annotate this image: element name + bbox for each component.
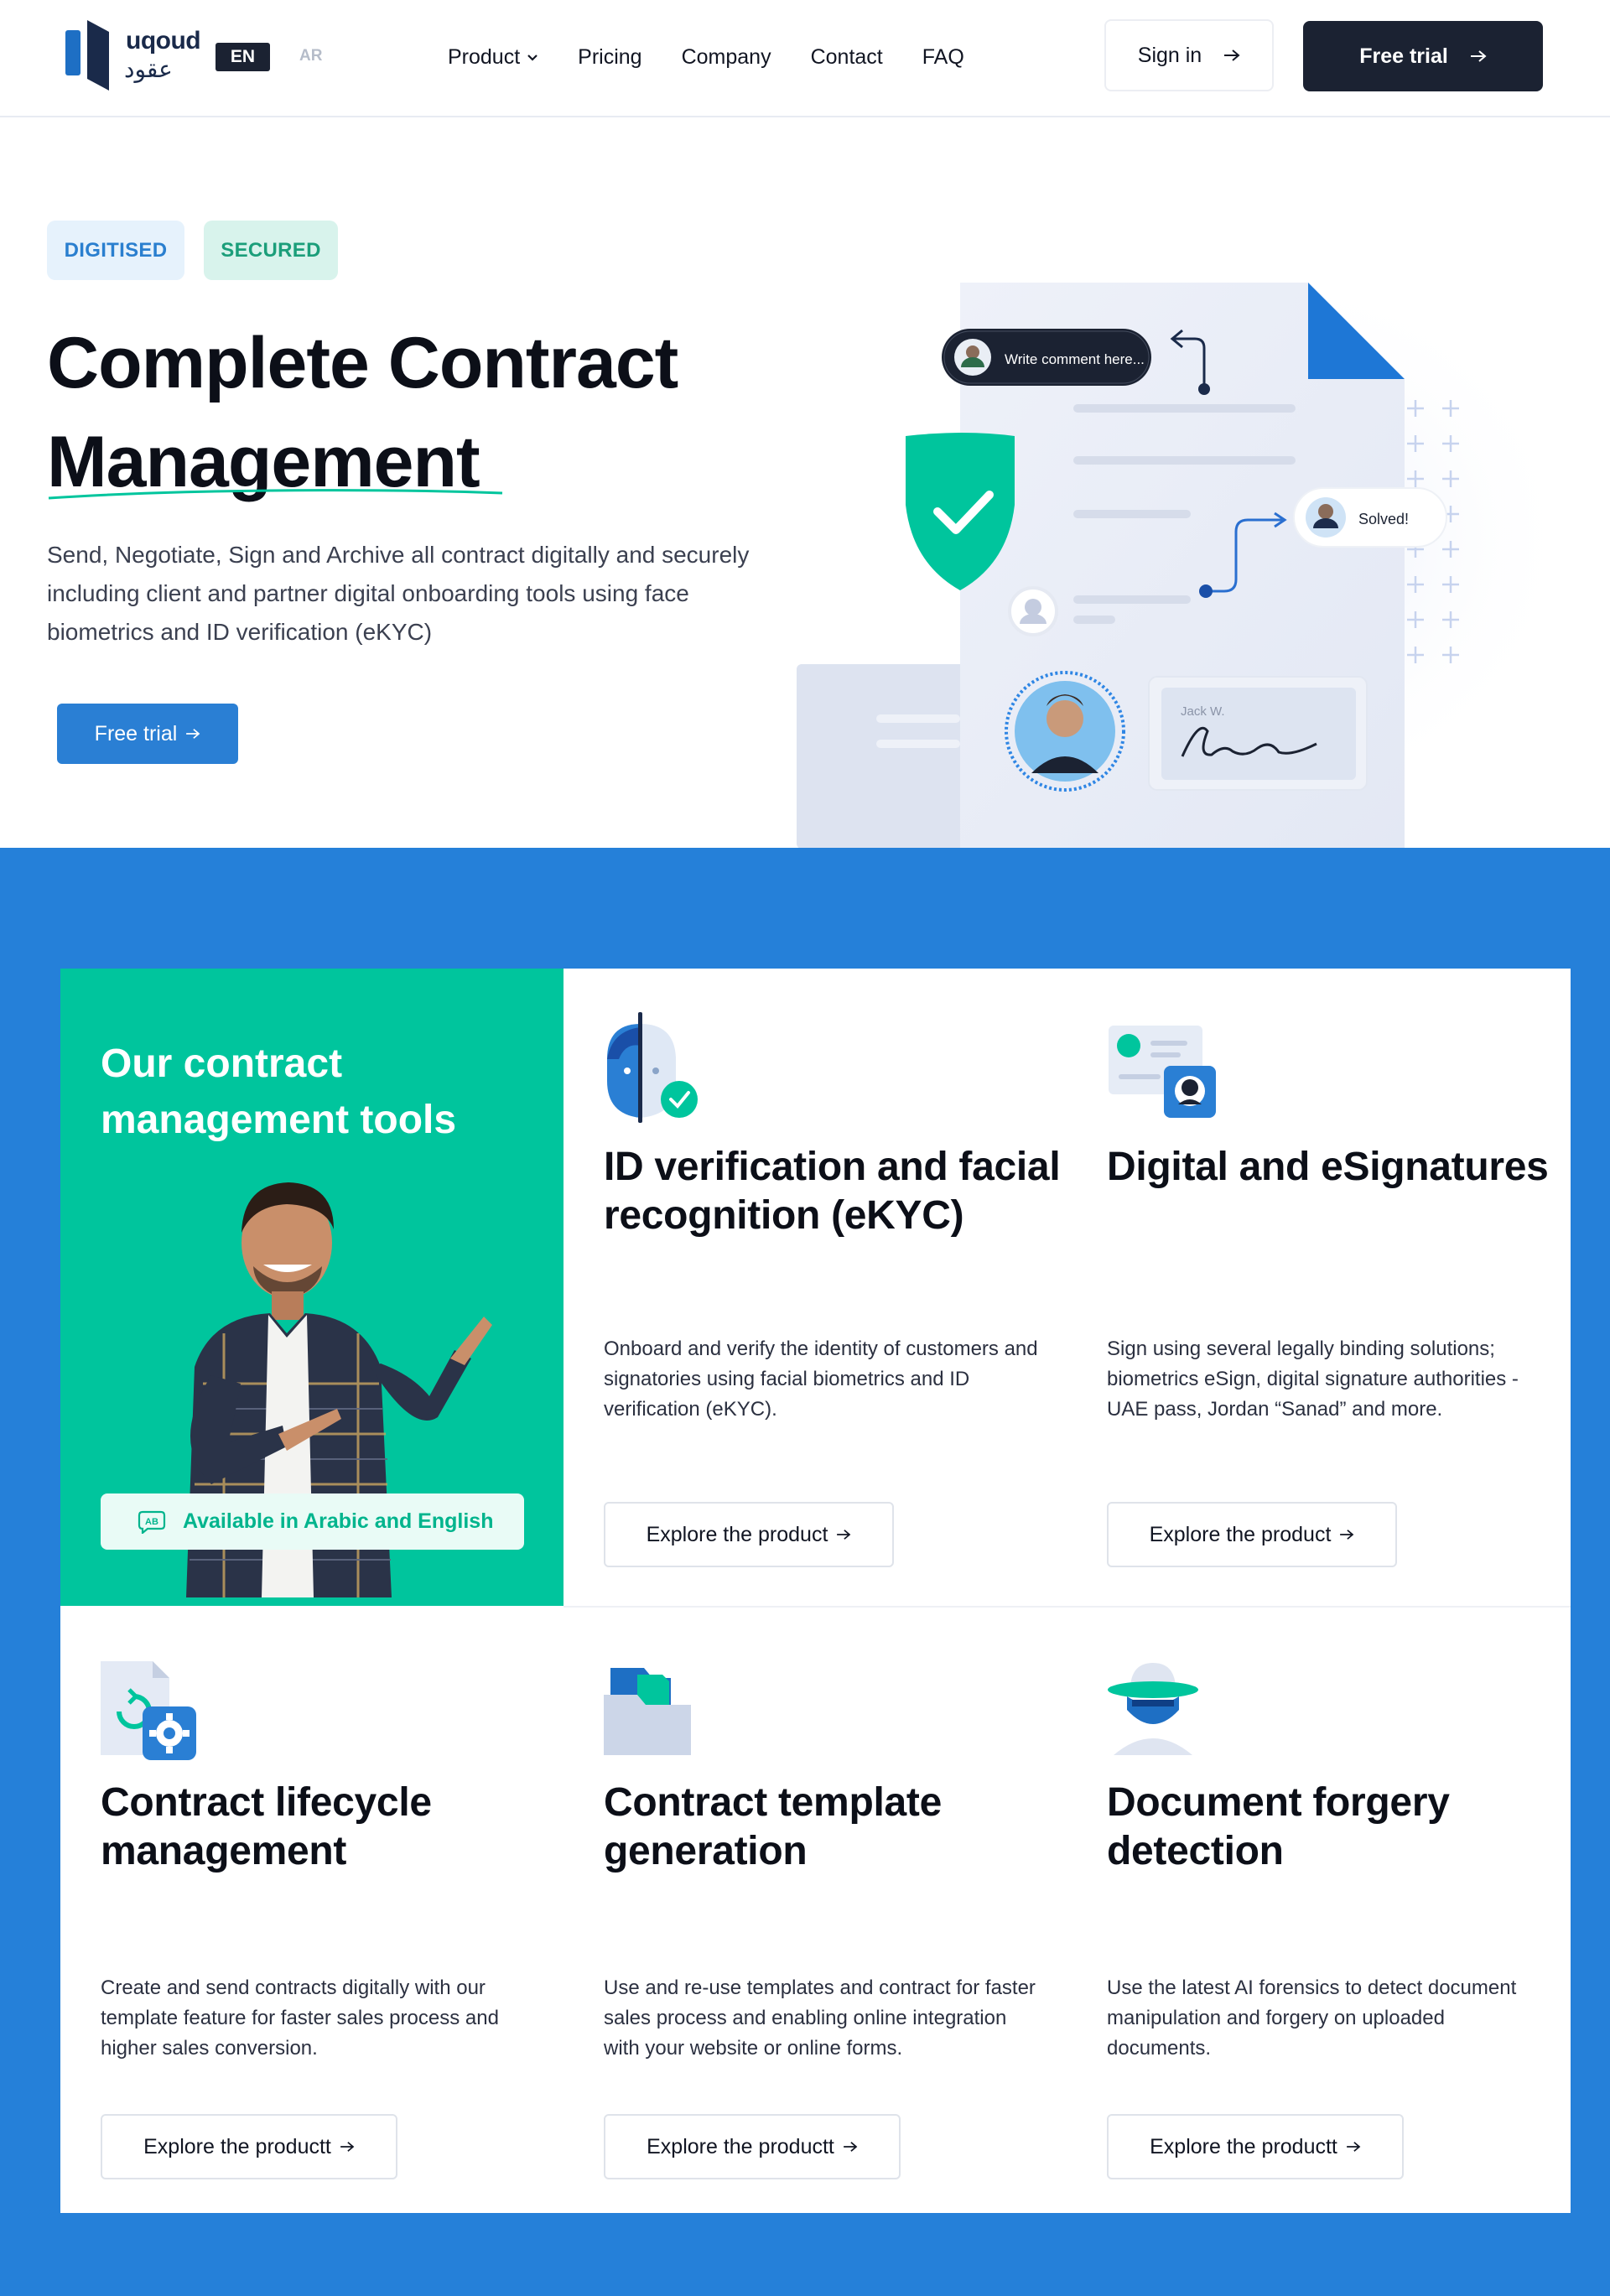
svg-text:AB: AB: [145, 1517, 158, 1527]
lang-en-toggle[interactable]: EN: [216, 43, 270, 71]
arrow-right-icon: [1347, 2142, 1361, 2152]
tools-heading: Our contract management tools: [101, 1042, 457, 1142]
card-template-generation: Contract template generation Use and re-…: [604, 1661, 1073, 2198]
hero-section: DIGITISED SECURED Complete Contract Mana…: [0, 119, 1610, 848]
availability-badge: AB Available in Arabic and English: [101, 1493, 524, 1550]
face-id-icon: [607, 1012, 698, 1123]
explore-product-button[interactable]: Explore the productt: [101, 2114, 397, 2179]
card-title: Contract lifecycle management: [101, 1780, 432, 1873]
nav-product-label: Product: [448, 44, 521, 69]
grid-divider: [564, 1606, 1571, 1608]
logo-text-ar: عقود: [124, 55, 173, 83]
title-underline-decoration: [48, 489, 503, 500]
explore-label: Explore the product: [646, 1522, 828, 1546]
card-description: Sign using several legally binding solut…: [1107, 1338, 1519, 1421]
hero-illustration: Write comment here... Solved! Jack W.: [797, 262, 1576, 848]
logo[interactable]: uqoud عقود: [65, 18, 201, 94]
esignature-icon: [1109, 1026, 1216, 1118]
solved-label: Solved!: [1358, 511, 1409, 527]
nav-pricing[interactable]: Pricing: [578, 40, 641, 74]
logo-mark-icon: [65, 20, 109, 91]
explore-product-button[interactable]: Explore the product: [1107, 1502, 1397, 1567]
chevron-down-icon: [527, 55, 538, 61]
explore-label: Explore the productt: [1150, 2134, 1337, 2158]
free-trial-label: Free trial: [1359, 44, 1448, 68]
lang-ar-toggle[interactable]: AR: [299, 47, 322, 65]
forgery-detective-icon: [1108, 1663, 1198, 1755]
card-description: Create and send contracts digitally with…: [101, 1977, 499, 2060]
badge-digitised: DIGITISED: [47, 221, 184, 280]
hero-title-line1: Complete Contract: [47, 323, 678, 403]
site-header: uqoud عقود EN AR Product Pricing Company…: [0, 0, 1610, 117]
explore-product-button[interactable]: Explore the productt: [1107, 2114, 1404, 2179]
comment-placeholder: Write comment here...: [1005, 351, 1145, 367]
card-esignatures: Digital and eSignatures Sign using sever…: [1107, 1009, 1576, 1596]
tools-grid: Our contract management tools AB Availab…: [60, 969, 1571, 2213]
hero-description: Send, Negotiate, Sign and Archive all co…: [47, 542, 750, 645]
free-trial-button[interactable]: Free trial: [1303, 21, 1543, 91]
arrow-right-icon: [1340, 1530, 1354, 1540]
sign-in-button[interactable]: Sign in: [1104, 19, 1274, 91]
nav-company[interactable]: Company: [682, 40, 771, 74]
hero-title: Complete Contract Management: [47, 314, 678, 512]
card-id-verification: ID verification and facial recognition (…: [604, 1009, 1073, 1596]
hero-free-trial-label: Free trial: [94, 721, 178, 745]
nav-contact[interactable]: Contact: [811, 40, 883, 74]
explore-label: Explore the productt: [143, 2134, 331, 2158]
sign-in-label: Sign in: [1137, 43, 1202, 67]
tools-intro-card: Our contract management tools AB Availab…: [60, 969, 564, 1606]
availability-text: Available in Arabic and English: [183, 1509, 494, 1533]
nav-faq[interactable]: FAQ: [922, 40, 964, 74]
arrow-right-icon: [837, 1530, 851, 1540]
card-description: Use and re-use templates and contract fo…: [604, 1977, 1036, 2060]
explore-product-button[interactable]: Explore the productt: [604, 2114, 901, 2179]
card-title: ID verification and facial recognition (…: [604, 1145, 1061, 1238]
badge-secured: SECURED: [204, 221, 338, 280]
card-title: Contract template generation: [604, 1780, 942, 1873]
hero-free-trial-button[interactable]: Free trial: [57, 704, 238, 764]
signature-name: Jack W.: [1181, 704, 1225, 719]
arrow-right-icon: [1224, 49, 1240, 61]
explore-label: Explore the productt: [647, 2134, 834, 2158]
card-contract-lifecycle: Contract lifecycle management Create and…: [101, 1661, 570, 2198]
arrow-right-icon: [844, 2142, 858, 2152]
main-nav: Product Pricing Company Contact FAQ: [448, 40, 1004, 74]
nav-product[interactable]: Product: [448, 40, 538, 74]
card-description: Onboard and verify the identity of custo…: [604, 1338, 1038, 1421]
language-ab-icon: AB: [138, 1510, 166, 1534]
arrow-right-icon: [1470, 50, 1487, 62]
arrow-right-icon: [340, 2142, 355, 2152]
card-title: Document forgery detection: [1107, 1780, 1450, 1873]
contract-lifecycle-icon: [101, 1661, 196, 1760]
card-description: Use the latest AI forensics to detect do…: [1107, 1977, 1517, 2060]
tools-section: Our contract management tools AB Availab…: [0, 848, 1610, 2296]
arrow-right-icon: [186, 729, 200, 739]
explore-label: Explore the product: [1149, 1522, 1332, 1546]
card-forgery-detection: Document forgery detection Use the lates…: [1107, 1661, 1576, 2198]
explore-product-button[interactable]: Explore the product: [604, 1502, 894, 1567]
card-title: Digital and eSignatures: [1107, 1145, 1549, 1189]
logo-text-en: uqoud: [126, 27, 201, 55]
template-folder-icon: [604, 1668, 691, 1755]
